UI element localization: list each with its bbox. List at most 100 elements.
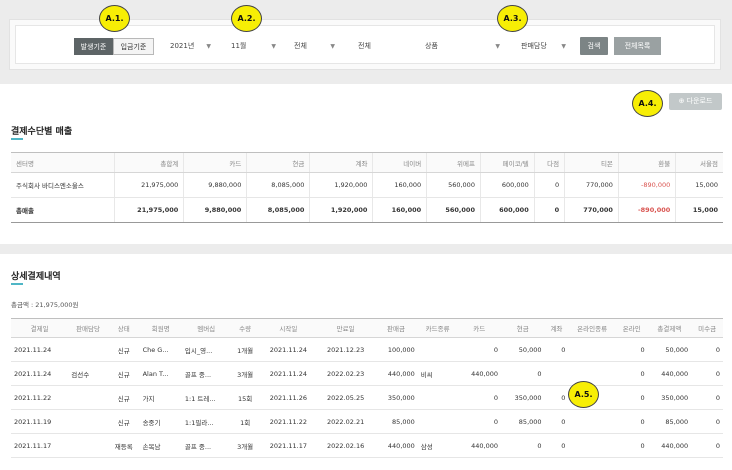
detail-cell: 입시_영... xyxy=(181,337,231,362)
summary-section-title: 결제수단별 매출 xyxy=(11,127,73,137)
detail-cell: 검선수 xyxy=(68,361,108,386)
detail-col-header: 만료일 xyxy=(317,318,375,338)
manager-select-value: 판매담당 xyxy=(521,42,547,50)
table-row[interactable]: 2021.11.17 재등록 손목남 골프 중... 3개월 2021.11.17 2022… xyxy=(11,433,723,458)
summary-cell: 0 xyxy=(533,172,565,198)
detail-col-header: 판매담당 xyxy=(68,318,108,338)
detail-col-header: 카드 xyxy=(457,318,501,338)
detail-cell: Che G... xyxy=(139,337,182,362)
detail-cell: 0 xyxy=(691,385,723,410)
summary-cell: 8,085,000 xyxy=(246,197,310,223)
summary-col-header: 센터명 xyxy=(11,152,115,173)
detail-cell: 2021.11.22 xyxy=(11,385,69,410)
summary-cell: 총매출 xyxy=(11,197,115,223)
marker-a5: A.5. xyxy=(568,381,599,408)
issue-basis-toggle[interactable]: 발생기준 xyxy=(74,38,113,55)
table-row[interactable]: 2021.11.24 신규 Che G... 입시_영... 1개월 2021.11.24… xyxy=(11,337,723,362)
detail-cell: 2021.11.24 xyxy=(259,337,317,362)
detail-cell: 85,000 xyxy=(374,409,418,434)
detail-cell: 1:1필라... xyxy=(181,409,231,434)
detail-cell xyxy=(568,409,616,434)
manager-select[interactable]: 판매담당 ▼ xyxy=(515,38,571,55)
table-row[interactable]: 2021.11.19 신규 송중기 1:1필라... 1회 2021.11.22 2022.… xyxy=(11,409,723,434)
marker-a1: A.1. xyxy=(99,5,130,32)
year-select[interactable]: 2021년 ▼ xyxy=(164,38,216,55)
detail-col-header: 수량 xyxy=(230,318,260,338)
detail-cell: 비씨 xyxy=(417,361,458,386)
deposit-basis-toggle[interactable]: 입금기준 xyxy=(113,38,154,55)
summary-col-header: 현금 xyxy=(246,152,310,173)
table-row[interactable]: 2021.11.22 신규 가지 1:1 트레... 15회 2021.11.26 2022… xyxy=(11,385,723,410)
detail-cell: 1개월 xyxy=(230,337,260,362)
summary-cell: 15,000 xyxy=(675,197,723,223)
detail-cell: 50,000 xyxy=(647,337,692,362)
detail-cell: 0 xyxy=(500,433,545,458)
download-button[interactable]: ⊕ 다운로드 xyxy=(669,93,722,110)
summary-cell: 770,000 xyxy=(564,197,619,223)
detail-cell: 2022.05.25 xyxy=(317,385,375,410)
detail-col-header: 카드종류 xyxy=(417,318,458,338)
detail-cell: 0 xyxy=(615,385,648,410)
detail-cell: 0 xyxy=(615,433,648,458)
detail-cell: 350,000 xyxy=(647,385,692,410)
summary-col-header: 네이버 xyxy=(372,152,427,173)
detail-col-header: 멤버십 xyxy=(181,318,231,338)
detail-cell: 0 xyxy=(457,385,501,410)
detail-cell: 15회 xyxy=(230,385,260,410)
month-select[interactable]: 11월 ▼ xyxy=(225,38,281,55)
product-select[interactable]: 상품 ▼ xyxy=(419,38,505,55)
detail-cell: 2022.02.21 xyxy=(317,409,375,434)
detail-cell: 0 xyxy=(544,409,569,434)
detail-cell: 0 xyxy=(500,361,545,386)
summary-cell: 600,000 xyxy=(479,172,535,198)
category-select[interactable]: 전체 ▼ xyxy=(288,38,340,55)
detail-col-header: 온라인종류 xyxy=(568,318,616,338)
summary-col-header: 페이코/텔 xyxy=(479,152,535,173)
detail-cell: 2021.11.24 xyxy=(11,361,69,386)
summary-cell: -890,000 xyxy=(617,197,676,223)
detail-cell xyxy=(417,337,458,362)
detail-col-header: 계좌 xyxy=(544,318,569,338)
summary-col-header: 서울점 xyxy=(675,152,723,173)
detail-cell: 3개월 xyxy=(230,433,260,458)
detail-cell: 440,000 xyxy=(647,361,692,386)
chevron-down-icon: ▼ xyxy=(495,43,500,50)
detail-col-header: 온라인 xyxy=(615,318,648,338)
detail-cell: 신규 xyxy=(107,361,140,386)
detail-cell: 440,000 xyxy=(374,433,418,458)
detail-cell: 2021.11.19 xyxy=(11,409,69,434)
summary-cell: 15,000 xyxy=(675,172,723,198)
detail-col-header: 회원명 xyxy=(139,318,182,338)
detail-cell xyxy=(68,385,108,410)
category-select-value: 전체 xyxy=(294,42,307,50)
all-list-button[interactable]: 전체목록 xyxy=(614,37,661,55)
summary-cell: 주식회사 바디스엔소울스 xyxy=(11,172,115,198)
detail-cell: 1:1 트레... xyxy=(181,385,231,410)
detail-cell: 0 xyxy=(615,361,648,386)
summary-cell: 1,920,000 xyxy=(309,172,373,198)
detail-cell: 0 xyxy=(691,337,723,362)
detail-cell: 85,000 xyxy=(500,409,545,434)
year-select-value: 2021년 xyxy=(170,42,195,50)
detail-cell: 100,000 xyxy=(374,337,418,362)
detail-cell: 골프 중... xyxy=(181,361,231,386)
detail-cell: 350,000 xyxy=(500,385,545,410)
detail-cell: 신규 xyxy=(107,409,140,434)
detail-cell xyxy=(568,337,616,362)
search-button[interactable]: 검색 xyxy=(580,37,608,55)
chevron-down-icon: ▼ xyxy=(561,43,566,50)
status-filter[interactable]: 전체 xyxy=(358,38,371,55)
detail-cell xyxy=(68,337,108,362)
detail-cell: 0 xyxy=(457,337,501,362)
detail-cell: 신규 xyxy=(107,337,140,362)
detail-cell: 2021.11.24 xyxy=(259,361,317,386)
detail-cell: 350,000 xyxy=(374,385,418,410)
detail-cell: 송중기 xyxy=(139,409,182,434)
summary-row: 주식회사 바디스엔소울스 21,975,000 9,880,000 8,085,000… xyxy=(11,172,723,198)
summary-cell: 9,880,000 xyxy=(183,172,247,198)
table-row[interactable]: 2021.11.24 검선수 신규 Alan T... 골프 중... 3개월 2021.1… xyxy=(11,361,723,386)
detail-col-header: 현금 xyxy=(500,318,545,338)
marker-a2: A.2. xyxy=(231,5,262,32)
summary-cell: 770,000 xyxy=(564,172,619,198)
detail-table: 결제일 판매담당 상태 회원명 멤버십 수량 시작일 만료일 판매금 카드종류 카드 현금 계좌 온라인종… xyxy=(11,318,723,458)
